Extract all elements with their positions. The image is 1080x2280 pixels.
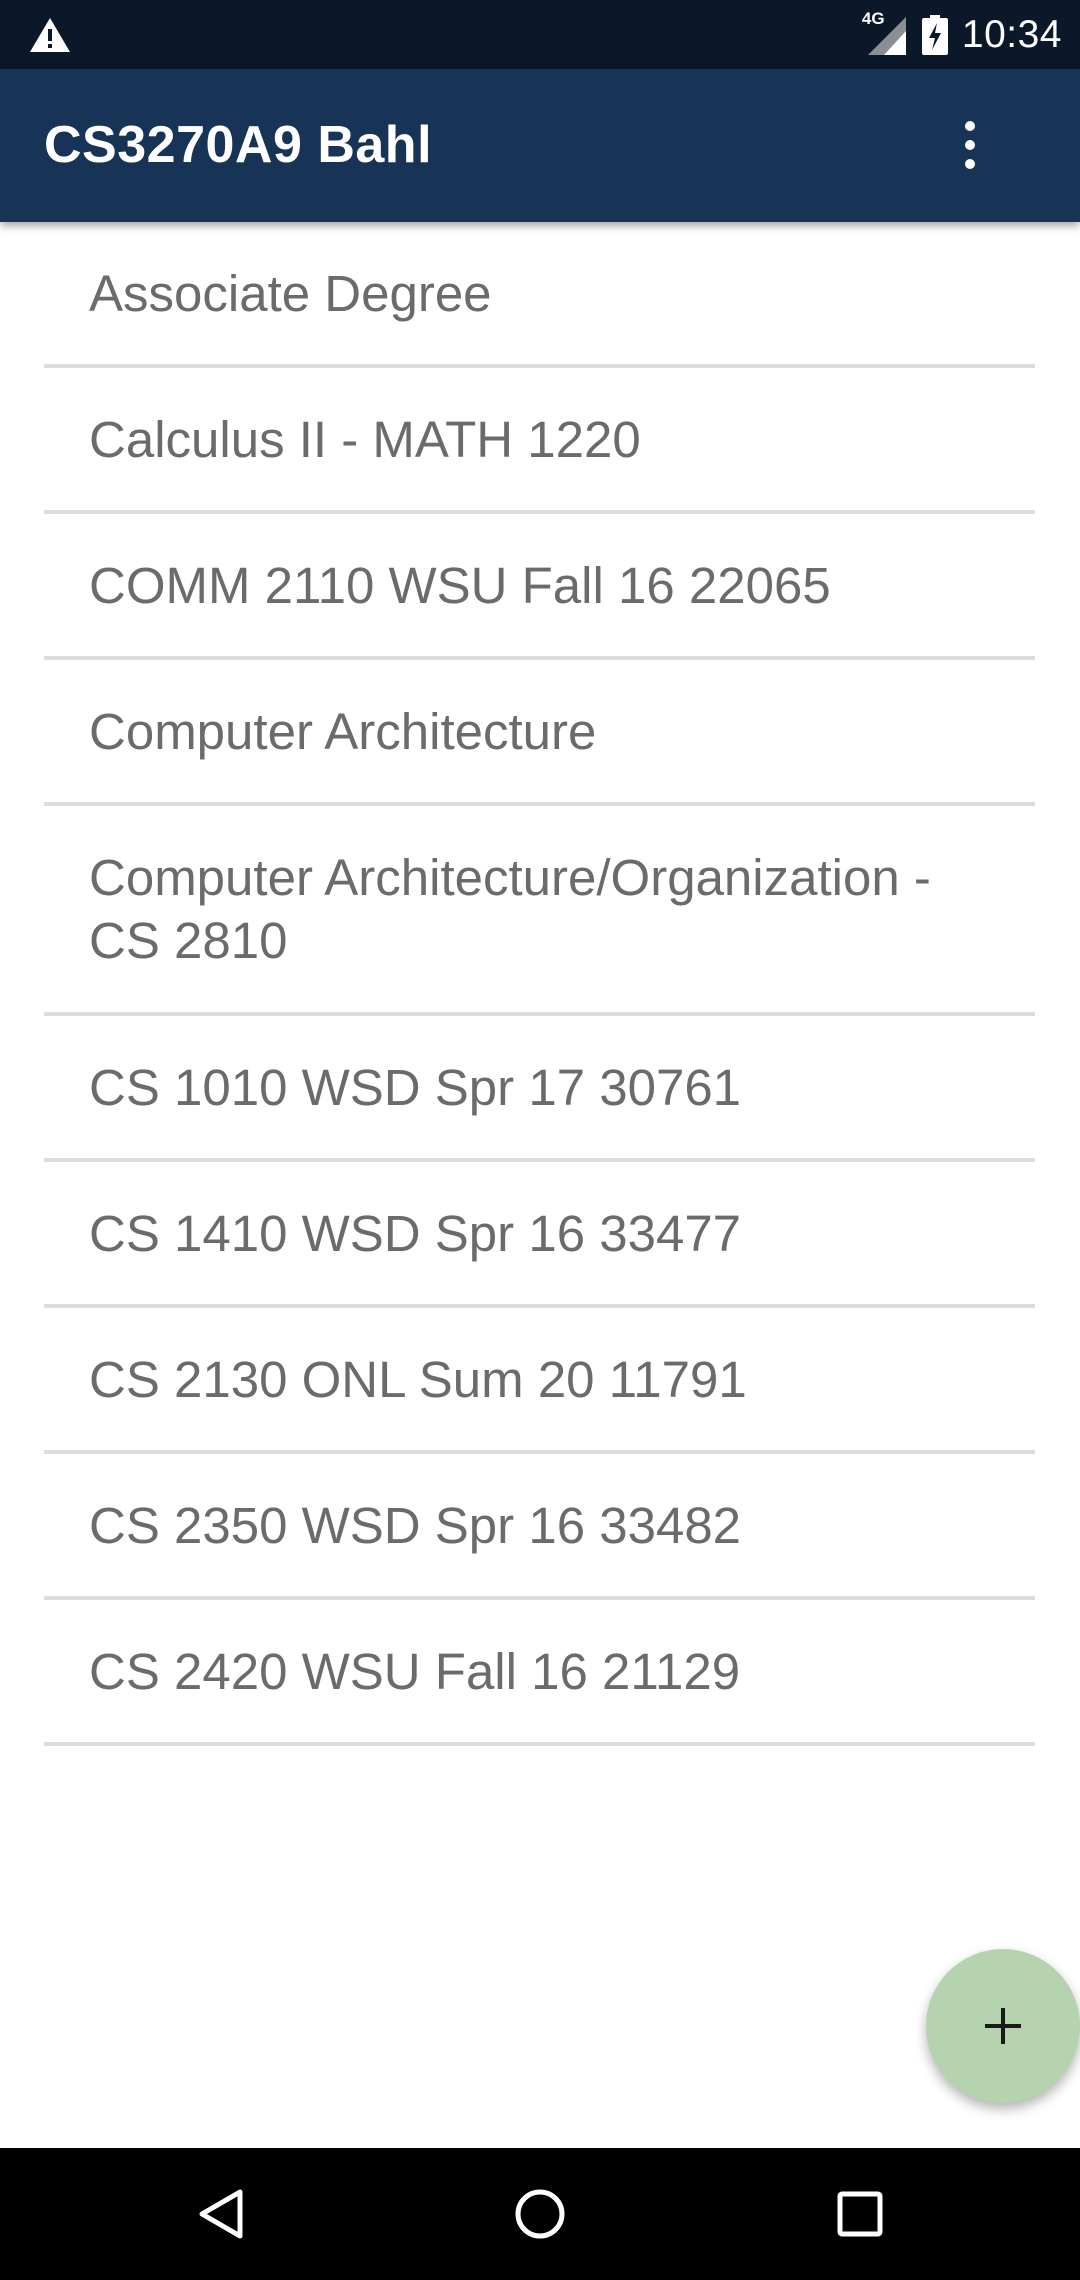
list-item-label: COMM 2110 WSU Fall 16 22065	[89, 556, 831, 614]
overflow-menu-icon[interactable]	[940, 109, 1000, 181]
list-item-label: Associate Degree	[89, 264, 492, 322]
status-bar: 4G 10:34	[0, 0, 1080, 69]
list-item-computer-architecture[interactable]: Computer Architecture	[44, 660, 1035, 806]
list-item-label: CS 1410 WSD Spr 16 33477	[89, 1204, 742, 1262]
back-triangle-icon	[199, 2189, 243, 2239]
warning-triangle-icon	[30, 18, 70, 52]
list-item-label: CS 2420 WSU Fall 16 21129	[89, 1642, 741, 1700]
recents-square-icon	[837, 2191, 883, 2237]
cell-signal-icon: 4G	[862, 9, 908, 57]
list-item-associate-degree[interactable]: Associate Degree	[44, 222, 1035, 368]
list-item-label: CS 1010 WSD Spr 17 30761	[89, 1058, 742, 1116]
list-item-label: CS 2350 WSD Spr 16 33482	[89, 1496, 742, 1554]
plus-icon	[985, 2008, 1021, 2044]
list-item-cs-1410[interactable]: CS 1410 WSD Spr 16 33477	[44, 1162, 1035, 1308]
battery-charging-icon	[921, 14, 948, 55]
course-list: Associate Degree Calculus II - MATH 1220…	[0, 222, 1080, 1746]
status-icons: 4G 10:34	[862, 0, 1062, 69]
home-button[interactable]	[504, 2178, 576, 2250]
add-course-button[interactable]	[926, 1949, 1080, 2103]
list-item-cs-2130[interactable]: CS 2130 ONL Sum 20 11791	[44, 1308, 1035, 1454]
list-item-label: Calculus II - MATH 1220	[89, 410, 641, 468]
home-circle-icon	[515, 2189, 565, 2239]
navigation-bar	[0, 2148, 1080, 2280]
list-item-cs-2350[interactable]: CS 2350 WSD Spr 16 33482	[44, 1454, 1035, 1600]
list-item-computer-architecture-organization[interactable]: Computer Architecture/Organization - CS …	[44, 806, 1035, 1016]
list-item-label: Computer Architecture/Organization - CS …	[89, 849, 931, 969]
recents-button[interactable]	[824, 2178, 896, 2250]
list-item-cs-1010[interactable]: CS 1010 WSD Spr 17 30761	[44, 1016, 1035, 1162]
status-time: 10:34	[961, 12, 1062, 56]
list-item-label: CS 2130 ONL Sum 20 11791	[89, 1350, 747, 1408]
list-item-calculus-ii[interactable]: Calculus II - MATH 1220	[44, 368, 1035, 514]
app-title: CS3270A9 Bahl	[44, 116, 433, 174]
app-bar: CS3270A9 Bahl	[0, 69, 1080, 222]
list-item-cs-2420[interactable]: CS 2420 WSU Fall 16 21129	[44, 1600, 1035, 1746]
back-button[interactable]	[184, 2178, 256, 2250]
list-item-comm-2110[interactable]: COMM 2110 WSU Fall 16 22065	[44, 514, 1035, 660]
list-item-label: Computer Architecture	[89, 702, 597, 760]
